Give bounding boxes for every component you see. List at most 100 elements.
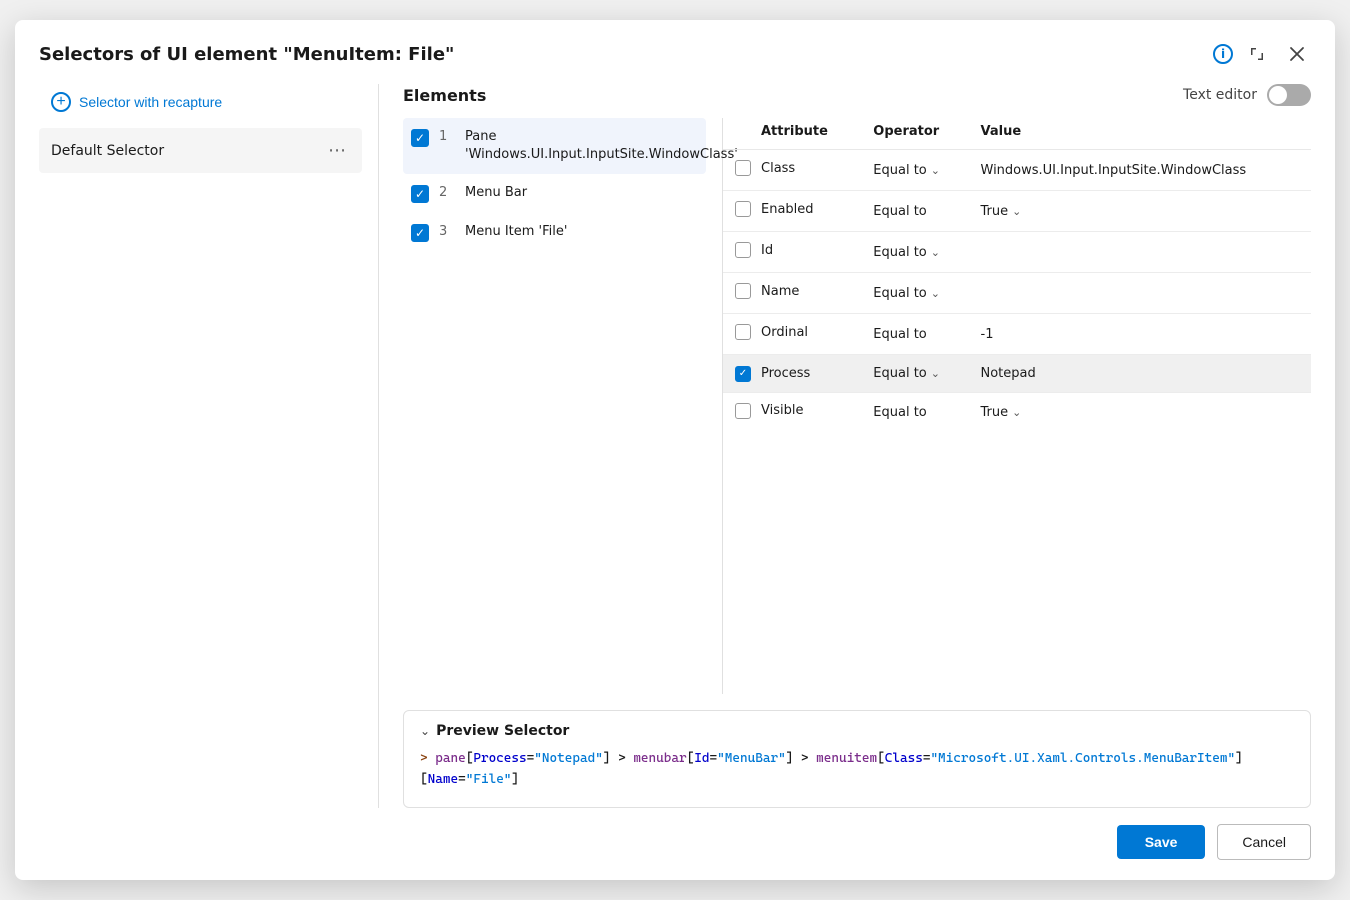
enabled-operator-select[interactable]: Equal to: [873, 204, 926, 219]
ordinal-operator-select[interactable]: Equal to: [873, 327, 926, 342]
add-selector-label: Selector with recapture: [79, 94, 222, 110]
cancel-button[interactable]: Cancel: [1217, 824, 1311, 860]
enabled-value[interactable]: True ⌄: [981, 204, 1022, 219]
code-eq-2: =: [710, 751, 718, 766]
code-sym-1: >: [420, 751, 435, 766]
preview-section: ⌄ Preview Selector > pane[Process="Notep…: [403, 710, 1311, 808]
table-row: Name Equal to ⌄: [723, 273, 1311, 314]
class-checkbox[interactable]: [735, 160, 751, 176]
value-cell: True ⌄: [969, 191, 1312, 232]
element-3-checkbox[interactable]: ✓: [411, 224, 429, 242]
element-3-name: Menu Item 'File': [465, 223, 567, 241]
text-editor-label: Text editor: [1183, 87, 1257, 103]
code-plain-5: [: [877, 751, 885, 766]
element-3-number: 3: [439, 224, 455, 239]
id-operator-select[interactable]: Equal to ⌄: [873, 245, 940, 260]
table-row: Ordinal Equal to -1: [723, 314, 1311, 355]
visible-value[interactable]: True ⌄: [981, 405, 1022, 420]
element-2-name: Menu Bar: [465, 184, 527, 202]
chevron-down-icon: ⌄: [931, 246, 940, 259]
dialog-footer: Save Cancel: [15, 808, 1335, 880]
table-row: Id Equal to ⌄: [723, 232, 1311, 273]
operator-cell: Equal to: [861, 392, 968, 433]
right-panel-header: Elements Text editor: [403, 84, 1311, 118]
right-panel: Elements Text editor ✓ 1: [379, 84, 1311, 808]
ordinal-value: -1: [981, 327, 994, 342]
table-row: Class Equal to ⌄ Windows.UI.Input.InputS…: [723, 150, 1311, 191]
code-elem-menubar: menubar: [633, 751, 686, 766]
preview-header[interactable]: ⌄ Preview Selector: [420, 723, 1294, 739]
ordinal-checkbox[interactable]: [735, 324, 751, 340]
attributes-table: Attribute Operator Value: [723, 118, 1311, 433]
visible-checkbox[interactable]: [735, 403, 751, 419]
dialog-title: Selectors of UI element "MenuItem: File": [39, 44, 1203, 65]
header-actions: [1243, 40, 1311, 68]
text-editor-toggle-switch[interactable]: [1267, 84, 1311, 106]
code-attr-class: Class: [885, 751, 923, 766]
text-editor-toggle-area: Text editor: [1183, 84, 1311, 106]
attr-cell: Process: [723, 355, 861, 393]
attr-col-header: Attribute: [723, 118, 861, 150]
id-checkbox[interactable]: [735, 242, 751, 258]
enabled-checkbox[interactable]: [735, 201, 751, 217]
selector-item-menu-icon[interactable]: ⋯: [324, 138, 350, 163]
process-checkbox[interactable]: [735, 366, 751, 382]
value-col-header: Value: [969, 118, 1312, 150]
element-2-checkbox[interactable]: ✓: [411, 185, 429, 203]
value-cell: Windows.UI.Input.InputSite.WindowClass: [969, 150, 1312, 191]
code-str-class: "Microsoft.UI.Xaml.Controls.MenuBarItem": [930, 751, 1235, 766]
chevron-down-icon: ⌄: [931, 367, 940, 380]
element-item-3[interactable]: ✓ 3 Menu Item 'File': [403, 213, 706, 252]
value-cell: Notepad: [969, 355, 1312, 393]
value-cell: True ⌄: [969, 392, 1312, 433]
code-str-menubar: "MenuBar": [717, 751, 786, 766]
operator-cell: Equal to ⌄: [861, 232, 968, 273]
add-selector-button[interactable]: + Selector with recapture: [39, 84, 362, 120]
process-operator-select[interactable]: Equal to ⌄: [873, 366, 940, 381]
operator-col-header: Operator: [861, 118, 968, 150]
code-plain-6: ]: [1235, 751, 1243, 766]
class-value: Windows.UI.Input.InputSite.WindowClass: [981, 163, 1247, 178]
name-operator-select[interactable]: Equal to ⌄: [873, 286, 940, 301]
toggle-knob: [1269, 86, 1287, 104]
attr-cell: Id: [723, 232, 861, 273]
table-row: Process Equal to ⌄ Notepad: [723, 355, 1311, 393]
visible-operator-select[interactable]: Equal to: [873, 405, 926, 420]
dialog-body: + Selector with recapture Default Select…: [15, 84, 1335, 808]
expand-icon[interactable]: [1243, 40, 1271, 68]
save-button[interactable]: Save: [1117, 825, 1206, 859]
attr-cell: Name: [723, 273, 861, 314]
dialog-header: Selectors of UI element "MenuItem: File"…: [15, 20, 1335, 84]
table-row: Enabled Equal to True ⌄: [723, 191, 1311, 232]
check-icon: ✓: [415, 226, 425, 240]
check-icon: ✓: [415, 131, 425, 145]
code-attr-process: Process: [473, 751, 526, 766]
code-attr-name: Name: [428, 772, 458, 787]
operator-cell: Equal to ⌄: [861, 355, 968, 393]
selector-item-label: Default Selector: [51, 143, 164, 159]
elements-title: Elements: [403, 86, 486, 105]
value-cell: -1: [969, 314, 1312, 355]
operator-cell: Equal to ⌄: [861, 273, 968, 314]
element-1-checkbox[interactable]: ✓: [411, 129, 429, 147]
element-item-2[interactable]: ✓ 2 Menu Bar: [403, 174, 706, 213]
close-icon[interactable]: [1283, 40, 1311, 68]
dialog: Selectors of UI element "MenuItem: File"…: [15, 20, 1335, 880]
attr-cell: Enabled: [723, 191, 861, 232]
name-checkbox[interactable]: [735, 283, 751, 299]
element-item-1[interactable]: ✓ 1 Pane 'Windows.UI.Input.InputSite.Win…: [403, 118, 706, 174]
chevron-down-icon: ⌄: [1012, 205, 1021, 218]
process-value: Notepad: [981, 366, 1036, 381]
check-icon: ✓: [415, 187, 425, 201]
value-cell: [969, 273, 1312, 314]
info-icon[interactable]: i: [1213, 44, 1233, 64]
code-plain-7: [: [420, 772, 428, 787]
code-plain-4: ] >: [786, 751, 816, 766]
attributes-column: Attribute Operator Value: [723, 118, 1311, 694]
table-row: Visible Equal to True ⌄: [723, 392, 1311, 433]
code-plain-8: ]: [511, 772, 519, 787]
default-selector-item[interactable]: Default Selector ⋯: [39, 128, 362, 173]
chevron-down-icon: ⌄: [1012, 406, 1021, 419]
chevron-down-icon: ⌄: [931, 287, 940, 300]
class-operator-select[interactable]: Equal to ⌄: [873, 163, 940, 178]
